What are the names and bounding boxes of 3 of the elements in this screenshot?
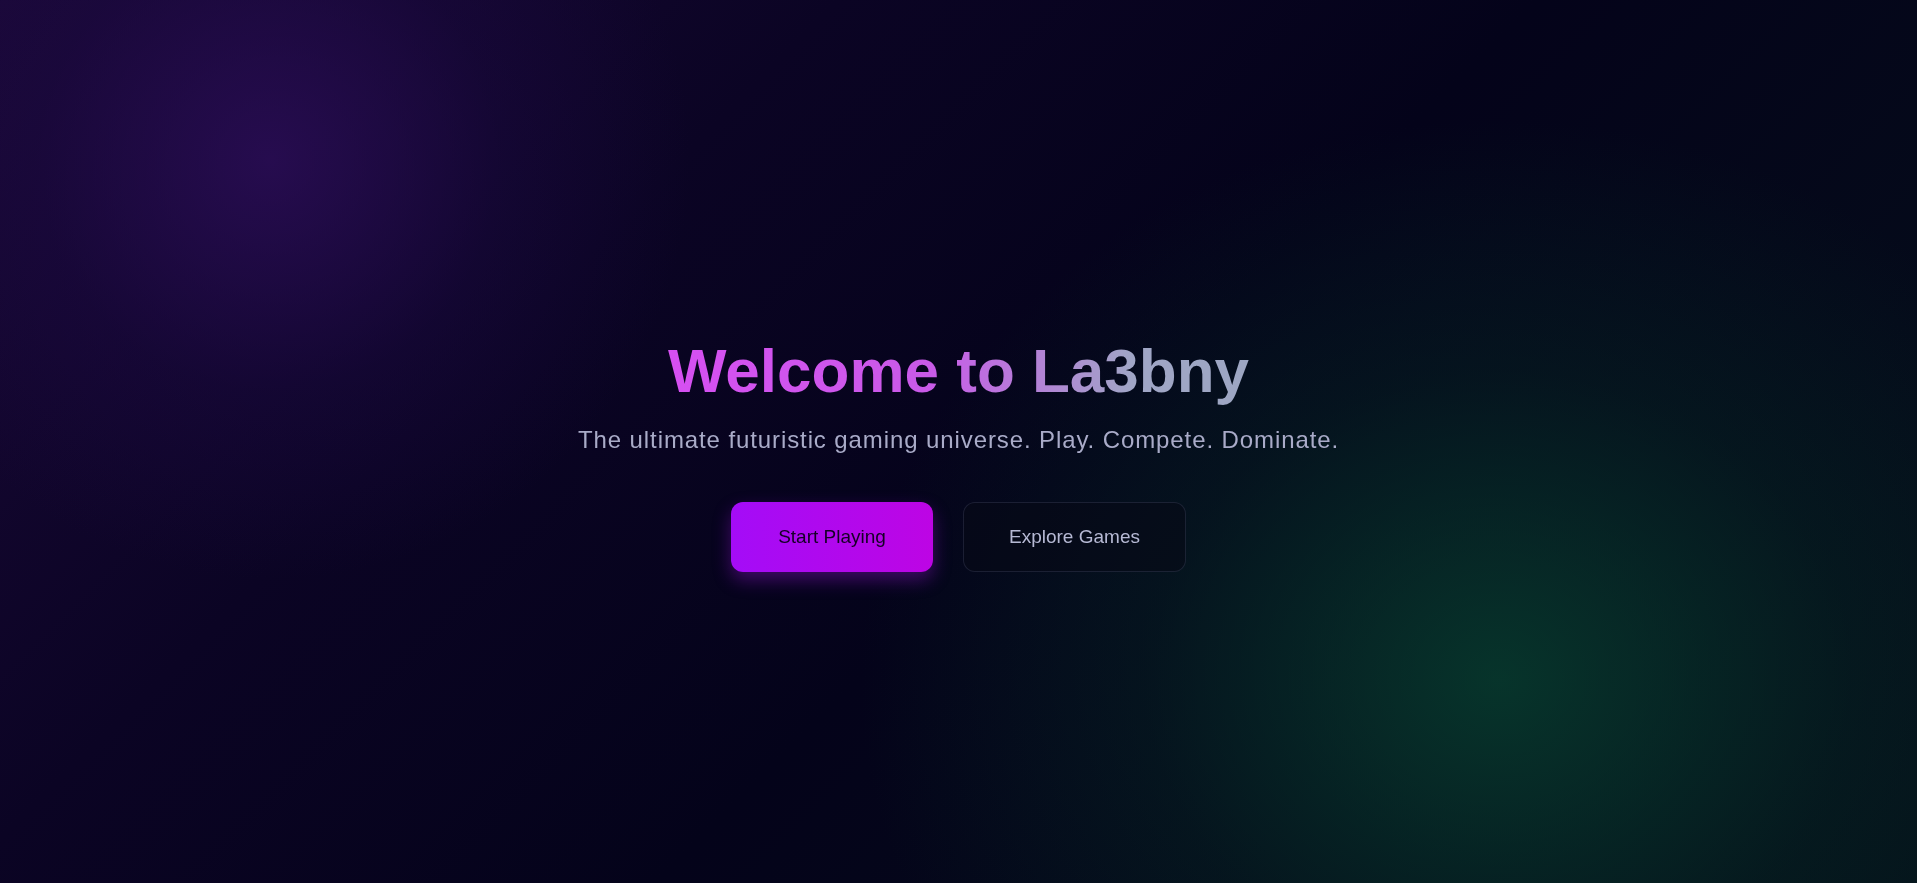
explore-button[interactable]: Explore Games bbox=[963, 501, 1186, 572]
start-button[interactable]: Start Playing bbox=[731, 501, 933, 572]
hero-subtitle: The ultimate futuristic gaming universe. Play. Compete. Dominate. bbox=[578, 425, 1339, 454]
